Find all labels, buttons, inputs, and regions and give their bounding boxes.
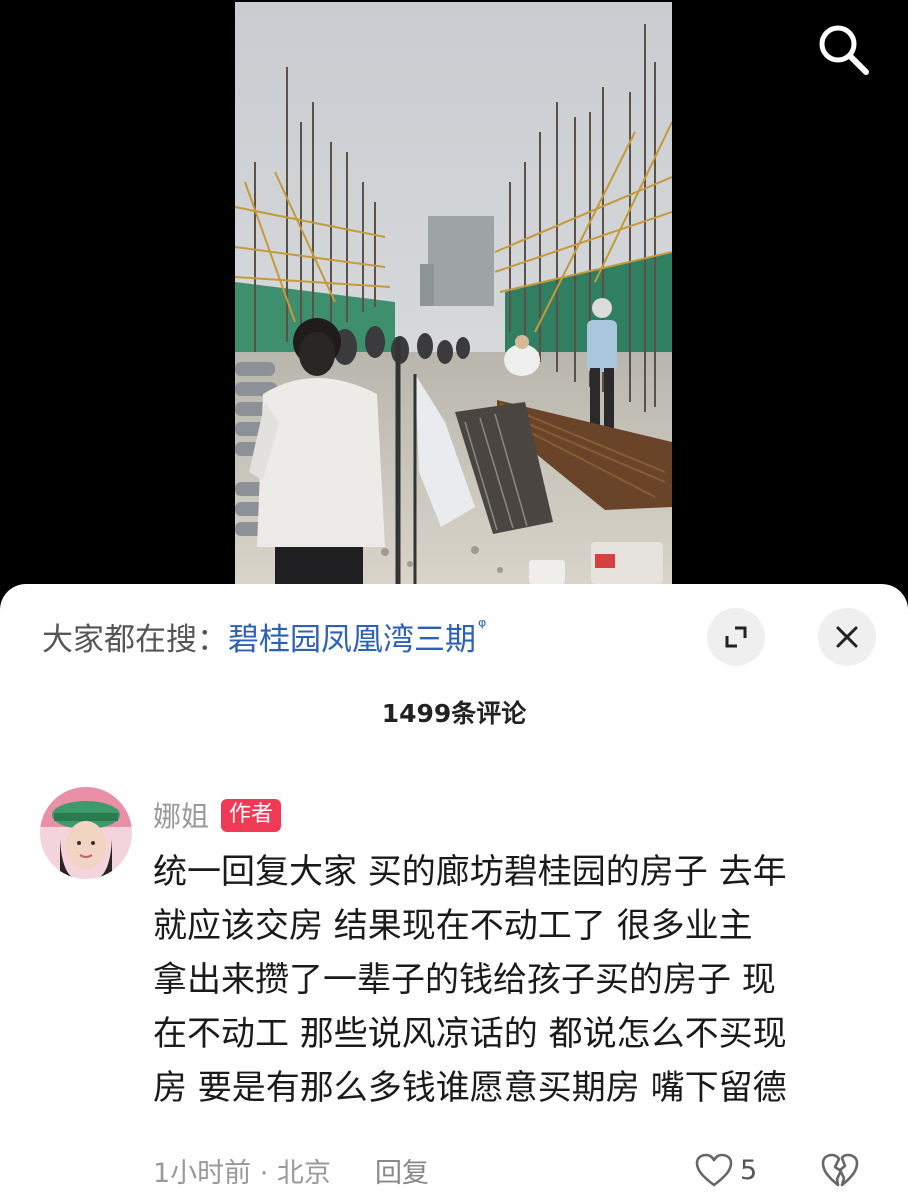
like-count: 5 <box>740 1154 758 1186</box>
broken-heart-icon <box>821 1153 859 1187</box>
dislike-button[interactable] <box>820 1151 860 1189</box>
video-frame[interactable] <box>235 2 672 584</box>
search-button[interactable] <box>814 20 874 80</box>
author-avatar[interactable] <box>40 787 132 879</box>
app-screen: 大家都在搜： 碧桂园凤凰湾三期 ᵠ 1499条评论 娜姐 作者 统一回复大家 买… <box>0 0 908 1199</box>
expand-icon <box>725 626 747 648</box>
search-icon <box>819 25 869 75</box>
close-icon <box>836 626 858 648</box>
comment-line: 房 要是有那么多钱谁愿意买期房 嘴下留德 <box>153 1068 787 1108</box>
construction-site-image <box>235 2 672 584</box>
comment-line: 拿出来攒了一辈子的钱给孩子买的房子 现 <box>153 960 776 1000</box>
comment-line: 在不动工 那些说风凉话的 都说怎么不买现 <box>153 1014 787 1054</box>
comment-count-title: 1499条评论 <box>381 699 527 728</box>
hot-search-bar: 大家都在搜： 碧桂园凤凰湾三期 ᵠ <box>42 614 486 658</box>
comment-footer: 1小时前 · 北京 回复 <box>153 1150 429 1190</box>
hot-search-term-link[interactable]: 碧桂园凤凰湾三期 <box>228 614 476 659</box>
heart-icon <box>695 1153 733 1187</box>
comment-line: 统一回复大家 买的廊坊碧桂园的房子 去年 <box>153 852 787 892</box>
like-button[interactable]: 5 <box>694 1150 757 1190</box>
author-badge: 作者 <box>221 798 282 832</box>
hot-search-prefix: 大家都在搜： <box>42 621 228 658</box>
avatar-image <box>40 787 132 879</box>
close-button[interactable] <box>818 608 876 666</box>
author-row: 娜姐 作者 <box>153 795 282 835</box>
hot-search-q-icon: ᵠ <box>478 614 487 638</box>
comment-text[interactable]: 统一回复大家 买的廊坊碧桂园的房子 去年 就应该交房 结果现在不动工了 很多业主… <box>153 845 873 1115</box>
comment-sheet: 大家都在搜： 碧桂园凤凰湾三期 ᵠ 1499条评论 娜姐 作者 统一回复大家 买… <box>0 584 908 1199</box>
expand-button[interactable] <box>707 608 765 666</box>
comment-time-location: 1小时前 · 北京 <box>153 1157 331 1189</box>
author-name[interactable]: 娜姐 <box>153 795 209 835</box>
reply-button[interactable]: 回复 <box>375 1151 429 1190</box>
comment-line: 就应该交房 结果现在不动工了 很多业主 <box>153 906 753 946</box>
